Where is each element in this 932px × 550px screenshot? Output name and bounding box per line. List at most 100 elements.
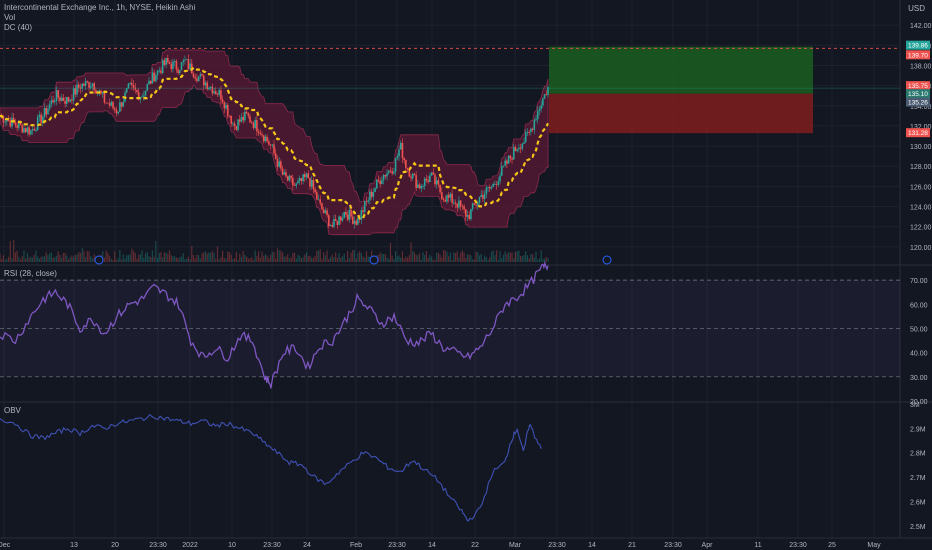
- candle-body: [65, 97, 68, 104]
- volume-bar: [215, 259, 217, 262]
- volume-bar: [460, 252, 462, 262]
- candle-body: [425, 178, 428, 181]
- obv-tick-label: 2.9M: [910, 426, 926, 433]
- candle-body: [64, 100, 66, 104]
- obv-legend[interactable]: OBV: [4, 406, 21, 416]
- candle-body: [355, 220, 357, 225]
- volume-bar: [362, 256, 364, 262]
- volume-bar: [400, 257, 402, 262]
- candle-body: [223, 102, 226, 109]
- volume-bar: [210, 252, 212, 262]
- volume-bar: [333, 257, 335, 262]
- volume-bar: [430, 256, 433, 262]
- volume-bar: [365, 251, 368, 262]
- candle-body: [189, 63, 191, 69]
- candle-body: [202, 75, 205, 86]
- candle-body: [393, 171, 395, 174]
- candle-body: [321, 203, 323, 210]
- legend-dc[interactable]: DC (40): [4, 23, 195, 33]
- candle-body: [449, 193, 452, 198]
- legend-vol[interactable]: Vol: [4, 13, 195, 23]
- candle-body: [28, 127, 30, 135]
- volume-bar: [38, 258, 40, 262]
- candle-body: [394, 158, 397, 172]
- volume-bar: [37, 256, 39, 262]
- candle-body: [430, 172, 433, 176]
- candle-body: [314, 189, 316, 193]
- obv-tick-label: 2.7M: [910, 475, 926, 482]
- volume-bar: [364, 257, 366, 262]
- volume-bar: [9, 241, 11, 262]
- candle-body: [377, 179, 380, 181]
- candle-body: [249, 116, 251, 123]
- volume-bar: [31, 257, 34, 262]
- candle-body: [55, 90, 58, 101]
- candle-body: [375, 179, 378, 189]
- candle-body: [244, 111, 246, 121]
- candle-body: [60, 97, 63, 101]
- volume-bar: [266, 255, 268, 262]
- volume-bar: [401, 251, 404, 262]
- volume-bar: [453, 252, 455, 262]
- candle-body: [213, 91, 215, 94]
- volume-bar: [466, 254, 469, 262]
- candle-body: [228, 115, 231, 117]
- volume-bar: [261, 251, 263, 262]
- volume-bar: [213, 252, 215, 262]
- candle-body: [521, 143, 524, 149]
- candle-body: [304, 174, 306, 178]
- rsi-pane: [0, 260, 900, 389]
- volume-bar: [252, 259, 255, 262]
- volume-bar: [547, 258, 549, 262]
- candle-body: [245, 111, 248, 114]
- rsi-legend[interactable]: RSI (28, close): [4, 269, 57, 279]
- volume-bar: [201, 253, 203, 262]
- volume-bar: [242, 250, 244, 262]
- candle-body: [141, 96, 143, 98]
- volume-bar: [408, 255, 410, 262]
- candle-body: [346, 214, 349, 220]
- candle-body: [512, 147, 515, 160]
- candle-body: [24, 128, 27, 133]
- volume-bar: [381, 253, 383, 262]
- volume-bar: [254, 250, 256, 262]
- volume-bar: [367, 256, 369, 262]
- candle-body: [334, 219, 337, 221]
- candle-body: [367, 200, 369, 202]
- candle-body: [187, 59, 190, 69]
- candle-body: [254, 119, 256, 128]
- volume-bar: [461, 250, 463, 262]
- volume-bar: [531, 254, 534, 262]
- candle-body: [396, 156, 399, 159]
- candle-body: [40, 114, 42, 123]
- candle-body: [31, 128, 34, 131]
- candle-body: [389, 170, 392, 172]
- volume-bar: [139, 254, 142, 262]
- time-tick-label: 14: [428, 542, 436, 549]
- chart-canvas[interactable]: 142.00140.00138.00136.00134.00132.00130.…: [0, 0, 932, 550]
- candle-body: [302, 174, 304, 182]
- volume-bar: [355, 258, 357, 262]
- candle-body: [144, 90, 147, 96]
- legend-price: Intercontinental Exchange Inc., 1h, NYSE…: [4, 3, 195, 33]
- volume-bar: [158, 252, 160, 262]
- candle-body: [221, 99, 224, 103]
- symbol-title: Intercontinental Exchange Inc., 1h, NYSE…: [4, 3, 196, 12]
- event-marker-icon: [602, 255, 612, 265]
- candle-body: [441, 192, 443, 200]
- candle-body: [398, 149, 400, 157]
- volume-bar: [335, 252, 337, 262]
- candle-body: [6, 120, 8, 122]
- price-tick-label: 120.00: [910, 245, 932, 252]
- candle-body: [372, 192, 375, 197]
- volume-bar: [244, 254, 246, 262]
- volume-bar: [156, 257, 159, 262]
- volume-bar: [120, 259, 123, 262]
- volume-bar: [530, 254, 532, 262]
- volume-bar: [57, 251, 59, 262]
- volume-bar: [424, 254, 426, 262]
- candle-body: [305, 173, 308, 178]
- candle-body: [160, 70, 162, 73]
- volume-bar: [206, 253, 208, 262]
- candle-body: [184, 59, 186, 61]
